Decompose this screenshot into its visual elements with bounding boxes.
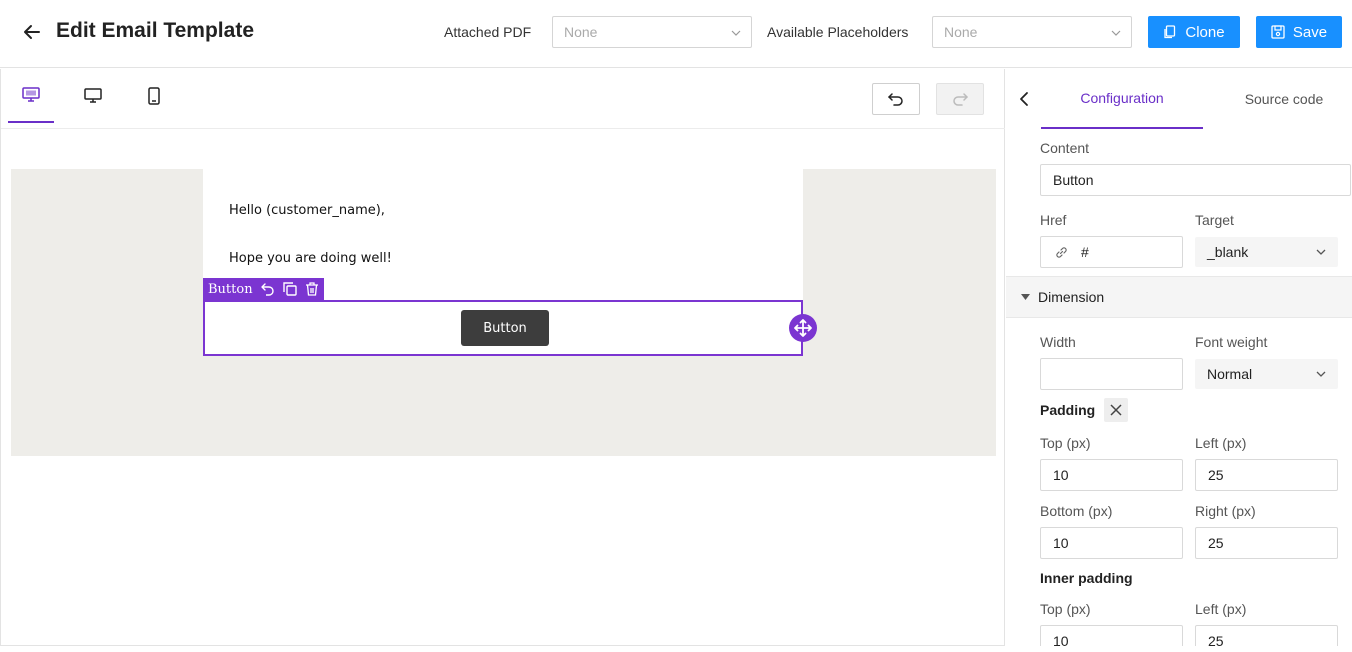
inner-padding-left-input[interactable]: 25: [1195, 625, 1338, 646]
content-label: Content: [1040, 140, 1090, 156]
tab-mobile[interactable]: [131, 69, 177, 123]
save-button[interactable]: Save: [1256, 16, 1342, 48]
tab-source-code[interactable]: Source code: [1203, 69, 1352, 129]
padding-top-label: Top (px): [1040, 435, 1091, 451]
inner-padding-left-label: Left (px): [1195, 601, 1247, 617]
padding-bottom-input[interactable]: 10: [1040, 527, 1183, 559]
chevron-down-icon: [1316, 371, 1326, 377]
select-parent-icon[interactable]: [260, 282, 275, 296]
inner-padding-label: Inner padding: [1040, 570, 1133, 586]
panel-tabs: Configuration Source code: [1006, 69, 1352, 129]
href-label: Href: [1040, 212, 1067, 228]
chevron-left-icon[interactable]: [1016, 89, 1032, 109]
close-icon: [1110, 404, 1122, 416]
target-select[interactable]: _blank: [1195, 237, 1338, 267]
padding-right-label: Right (px): [1195, 503, 1256, 519]
dimension-section-header[interactable]: Dimension: [1006, 276, 1352, 318]
font-weight-value: Normal: [1207, 366, 1253, 382]
properties-panel: Configuration Source code Content Button…: [1006, 69, 1352, 646]
attached-pdf-label: Attached PDF: [444, 24, 532, 40]
mobile-icon: [148, 87, 160, 105]
selection-toolbar: Button: [203, 278, 324, 300]
back-arrow-icon[interactable]: [20, 20, 44, 44]
padding-left-label: Left (px): [1195, 435, 1247, 451]
editor-toolbar: [1, 69, 1005, 129]
link-icon: [1056, 247, 1067, 258]
target-value: _blank: [1207, 244, 1249, 260]
email-button[interactable]: Button: [461, 310, 549, 346]
header-bar: Edit Email Template Attached PDF None Av…: [0, 0, 1352, 68]
padding-bottom-label: Bottom (px): [1040, 503, 1113, 519]
caret-down-icon: [1021, 294, 1030, 300]
href-value: #: [1081, 244, 1089, 260]
redo-button[interactable]: [936, 83, 984, 115]
clear-padding-button[interactable]: [1104, 398, 1128, 422]
padding-left-input[interactable]: 25: [1195, 459, 1338, 491]
move-handle-icon[interactable]: [789, 314, 817, 342]
font-weight-label: Font weight: [1195, 334, 1268, 350]
width-label: Width: [1040, 334, 1076, 350]
redo-icon: [953, 93, 968, 106]
attached-pdf-select[interactable]: None: [552, 16, 752, 48]
chevron-down-icon: [731, 30, 741, 36]
save-icon: [1271, 25, 1285, 39]
tab-preview[interactable]: [8, 69, 54, 123]
tab-desktop[interactable]: [70, 69, 116, 123]
selected-button-block[interactable]: Button: [203, 300, 803, 356]
desktop-icon: [84, 88, 102, 103]
undo-icon: [888, 93, 903, 106]
duplicate-icon[interactable]: [282, 282, 297, 296]
dimension-label: Dimension: [1038, 289, 1105, 305]
email-line[interactable]: Hope you are doing well!: [229, 251, 392, 266]
placeholders-select[interactable]: None: [932, 16, 1132, 48]
page-title: Edit Email Template: [56, 19, 254, 42]
tab-configuration[interactable]: Configuration: [1041, 69, 1203, 129]
clone-label: Clone: [1185, 23, 1225, 41]
font-weight-select[interactable]: Normal: [1195, 359, 1338, 389]
placeholders-label: Available Placeholders: [767, 24, 909, 40]
undo-button[interactable]: [872, 83, 920, 115]
inner-padding-top-input[interactable]: 10: [1040, 625, 1183, 646]
selection-label: Button: [208, 281, 253, 297]
editor-area: Hello (customer_name), Hope you are doin…: [0, 69, 1005, 646]
target-label: Target: [1195, 212, 1234, 228]
delete-icon[interactable]: [305, 282, 319, 296]
width-input[interactable]: [1040, 358, 1183, 390]
attached-pdf-value: None: [564, 24, 598, 40]
padding-label: Padding: [1040, 402, 1096, 418]
placeholders-value: None: [944, 24, 978, 40]
save-label: Save: [1292, 23, 1328, 41]
href-input[interactable]: #: [1040, 236, 1183, 268]
preview-icon: [22, 87, 40, 102]
chevron-down-icon: [1111, 30, 1121, 36]
chevron-down-icon: [1316, 249, 1326, 255]
inner-padding-top-label: Top (px): [1040, 601, 1091, 617]
copy-icon: [1164, 25, 1176, 39]
padding-top-input[interactable]: 10: [1040, 459, 1183, 491]
padding-right-input[interactable]: 25: [1195, 527, 1338, 559]
clone-button[interactable]: Clone: [1148, 16, 1240, 48]
email-greeting[interactable]: Hello (customer_name),: [229, 203, 385, 218]
content-input[interactable]: Button: [1040, 164, 1351, 196]
